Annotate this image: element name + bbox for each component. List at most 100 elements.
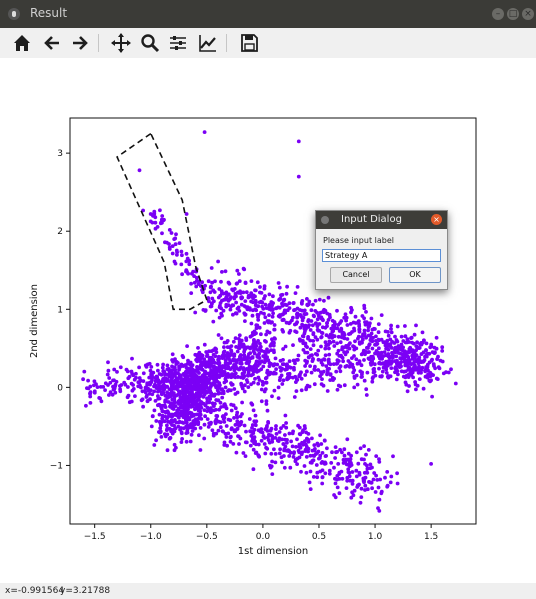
scatter-point bbox=[315, 470, 320, 475]
scatter-point bbox=[220, 313, 224, 318]
scatter-point bbox=[354, 468, 359, 473]
scatter-point bbox=[303, 449, 308, 453]
scatter-point bbox=[318, 456, 322, 460]
scatter-point bbox=[386, 330, 390, 334]
scatter-point bbox=[256, 381, 261, 386]
scatter-point bbox=[329, 326, 334, 331]
scatter-point bbox=[239, 295, 244, 300]
scatter-point bbox=[228, 352, 233, 356]
scatter-point bbox=[284, 425, 289, 430]
scatter-point bbox=[337, 477, 342, 481]
scatter-point bbox=[379, 313, 384, 317]
scatter-point bbox=[384, 371, 389, 375]
home-icon[interactable] bbox=[11, 32, 33, 54]
scatter-point bbox=[271, 294, 275, 299]
scatter-point bbox=[237, 309, 242, 313]
scatter-point bbox=[402, 369, 406, 374]
scatter-point bbox=[234, 450, 239, 455]
scatter-point bbox=[189, 364, 194, 369]
scatter-point bbox=[293, 291, 298, 295]
scatter-point bbox=[210, 401, 215, 406]
scatter-point bbox=[286, 372, 290, 376]
dialog-close-icon[interactable]: × bbox=[431, 214, 442, 225]
scatter-point bbox=[414, 323, 418, 328]
scatter-point bbox=[410, 354, 415, 359]
scatter-point bbox=[370, 379, 375, 384]
cancel-button[interactable]: Cancel bbox=[330, 267, 382, 283]
scatter-point bbox=[154, 438, 159, 443]
scatter-point bbox=[281, 298, 286, 303]
minimize-button[interactable]: – bbox=[492, 8, 504, 20]
scatter-point bbox=[392, 348, 397, 353]
scatter-point bbox=[226, 417, 231, 422]
scatter-point bbox=[272, 388, 277, 393]
scatter-point bbox=[209, 266, 214, 270]
scatter-point bbox=[185, 400, 190, 404]
scatter-point bbox=[262, 284, 267, 289]
scatter-point bbox=[197, 412, 202, 417]
scatter-point bbox=[401, 356, 406, 360]
scatter-point bbox=[285, 284, 289, 289]
scatter-point bbox=[270, 337, 274, 342]
scatter-point bbox=[298, 432, 303, 437]
scatter-point bbox=[431, 362, 436, 367]
scatter-point bbox=[280, 362, 285, 367]
scatter-point bbox=[222, 345, 226, 349]
scatter-point bbox=[312, 443, 317, 447]
scatter-point bbox=[308, 364, 312, 368]
zoom-icon[interactable] bbox=[139, 32, 161, 54]
pan-icon[interactable] bbox=[110, 32, 132, 54]
scatter-point bbox=[273, 460, 278, 465]
close-button[interactable]: × bbox=[522, 8, 534, 20]
save-icon[interactable] bbox=[238, 32, 260, 54]
scatter-point bbox=[370, 346, 375, 351]
forward-arrow-icon[interactable] bbox=[69, 32, 91, 54]
scatter-point bbox=[245, 380, 250, 384]
scatter-point bbox=[237, 442, 241, 446]
scatter-point bbox=[421, 386, 426, 391]
scatter-point bbox=[410, 348, 415, 352]
scatter-point bbox=[239, 358, 244, 363]
scatter-point bbox=[291, 343, 295, 347]
scatter-point bbox=[357, 470, 362, 475]
ok-button[interactable]: OK bbox=[389, 267, 441, 283]
scatter-point bbox=[298, 308, 302, 312]
scatter-point bbox=[207, 349, 211, 354]
scatter-point bbox=[208, 373, 212, 378]
scatter-point bbox=[149, 424, 154, 429]
scatter-point bbox=[179, 395, 184, 400]
maximize-button[interactable]: □ bbox=[507, 8, 519, 20]
scatter-point bbox=[179, 262, 184, 267]
back-arrow-icon[interactable] bbox=[41, 32, 63, 54]
scatter-point bbox=[430, 394, 434, 399]
scatter-point bbox=[299, 469, 303, 474]
scatter-point bbox=[377, 460, 382, 464]
configure-subplots-icon[interactable] bbox=[167, 32, 189, 54]
scatter-point bbox=[221, 429, 226, 434]
scatter-point bbox=[226, 280, 231, 285]
scatter-point bbox=[262, 360, 267, 365]
scatter-point bbox=[137, 365, 142, 370]
scatter-point bbox=[302, 308, 307, 313]
scatter-point bbox=[258, 285, 262, 289]
label-input[interactable] bbox=[322, 249, 441, 262]
scatter-point bbox=[272, 447, 276, 452]
scatter-point bbox=[254, 361, 258, 366]
scatter-point bbox=[329, 461, 334, 465]
scatter-point bbox=[218, 425, 223, 430]
scatter-point bbox=[242, 267, 247, 272]
scatter-point bbox=[310, 436, 314, 441]
scatter-point bbox=[252, 419, 257, 424]
figure-canvas[interactable]: −1.5 −1.0 −0.5 0.0 0.5 1.0 1.5 −1 0 1 2 3 1st dime… bbox=[0, 58, 536, 583]
scatter-point bbox=[217, 287, 222, 291]
scatter-point bbox=[360, 370, 364, 375]
scatter-point bbox=[170, 251, 175, 256]
scatter-point bbox=[293, 361, 297, 366]
scatter-point bbox=[350, 490, 354, 495]
edit-axis-icon[interactable] bbox=[197, 32, 219, 54]
scatter-point bbox=[205, 396, 209, 401]
scatter-point bbox=[389, 362, 393, 366]
scatter-point bbox=[327, 346, 331, 351]
scatter-point bbox=[336, 323, 341, 327]
scatter-point bbox=[278, 315, 282, 319]
